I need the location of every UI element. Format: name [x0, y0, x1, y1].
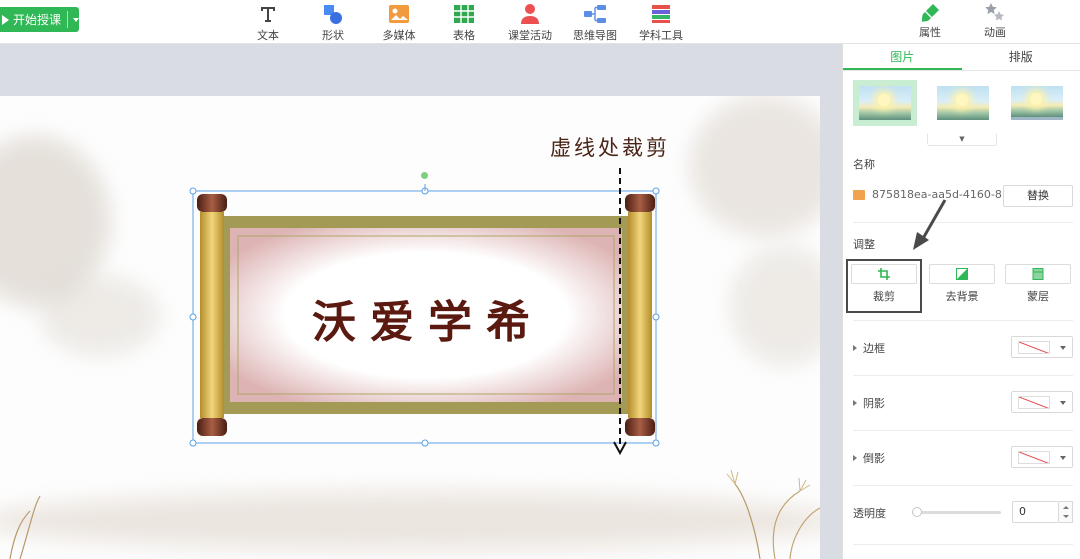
crop-annotation: 虚线处裁剪 — [550, 136, 670, 160]
opacity-row: 透明度 0 — [853, 501, 1073, 523]
text-icon — [239, 3, 297, 25]
image-style-thumb[interactable] — [1005, 80, 1069, 126]
shape-icon — [304, 3, 362, 25]
toolbar-shape-button[interactable]: 形状 — [304, 3, 362, 43]
class-activity-icon — [501, 3, 559, 25]
chevron-down-icon — [1060, 401, 1066, 405]
crop-dashed-line — [613, 168, 627, 456]
remove-background-button[interactable]: 去背景 — [929, 264, 995, 308]
shadow-color-picker[interactable] — [1011, 391, 1073, 413]
replace-button[interactable]: 替换 — [1003, 185, 1073, 207]
toolbar-subject-tools-button[interactable]: 学科工具 — [632, 3, 690, 43]
table-icon — [435, 3, 493, 25]
toolbar-media-button[interactable]: 多媒体 — [370, 3, 428, 43]
toolbar-text-button[interactable]: 文本 — [239, 3, 297, 43]
start-class-button[interactable]: 开始授课 — [0, 7, 79, 32]
mind-map-icon — [566, 3, 624, 25]
opacity-label: 透明度 — [853, 507, 886, 520]
chevron-down-icon — [1060, 456, 1066, 460]
expand-icon — [853, 345, 857, 351]
remove-background-icon — [956, 268, 968, 280]
tab-image[interactable]: 图片 — [843, 44, 962, 70]
toolbar-mind-map-button[interactable]: 思维导图 — [566, 3, 624, 43]
play-icon — [2, 14, 9, 25]
expand-icon — [853, 455, 857, 461]
toolbar-table-button[interactable]: 表格 — [435, 3, 493, 43]
slider-knob[interactable] — [912, 507, 922, 517]
toolbar-class-activity-button[interactable]: 课堂活动 — [501, 3, 559, 43]
chevron-down-icon — [1060, 346, 1066, 350]
chevron-down-icon[interactable] — [73, 17, 79, 22]
reflection-color-picker[interactable] — [1011, 446, 1073, 468]
annotation-arrow — [913, 199, 947, 250]
image-style-thumb[interactable] — [931, 80, 995, 126]
tab-animation[interactable]: 动画 — [970, 2, 1020, 40]
crop-icon — [878, 268, 890, 280]
image-file-icon — [853, 189, 865, 200]
stars-icon — [970, 2, 1020, 24]
border-color-picker[interactable] — [1011, 336, 1073, 358]
mask-layer-icon — [1032, 268, 1044, 280]
mask-layer-button[interactable]: 蒙层 — [1005, 264, 1071, 308]
properties-panel: 图片 排版 ▼ 名称 875818ea-aa5d-4160-8... 替换 调整… — [842, 44, 1080, 559]
reflection-row[interactable]: 倒影 — [853, 446, 1073, 468]
opacity-slider[interactable] — [912, 507, 1001, 517]
opacity-stepper[interactable] — [1059, 501, 1073, 523]
name-label: 名称 — [853, 158, 875, 171]
expand-icon — [853, 400, 857, 406]
start-class-label: 开始授课 — [13, 13, 62, 27]
tab-layout[interactable]: 排版 — [962, 44, 1080, 70]
rotate-handle[interactable] — [421, 172, 428, 179]
image-style-thumb[interactable] — [853, 80, 917, 126]
scroll-title: 沃爱学希 — [312, 297, 544, 348]
border-row[interactable]: 边框 — [853, 336, 1073, 358]
tab-properties[interactable]: 属性 — [905, 2, 955, 40]
more-styles-toggle[interactable]: ▼ — [927, 134, 997, 146]
image-style-thumbnails — [853, 80, 1073, 134]
subject-tools-icon — [632, 3, 690, 25]
crop-button[interactable]: 裁剪 — [846, 259, 922, 313]
panel-tabs: 图片 排版 — [843, 44, 1080, 71]
shadow-row[interactable]: 阴影 — [853, 391, 1073, 413]
opacity-input[interactable]: 0 — [1012, 501, 1059, 523]
brush-icon — [905, 2, 955, 24]
adjust-label: 调整 — [853, 238, 875, 251]
top-toolbar: 开始授课 文本 形状 多媒体 表格 课堂活动 思维导图 学科工具 属性 动画 — [0, 0, 1080, 44]
media-icon — [370, 3, 428, 25]
